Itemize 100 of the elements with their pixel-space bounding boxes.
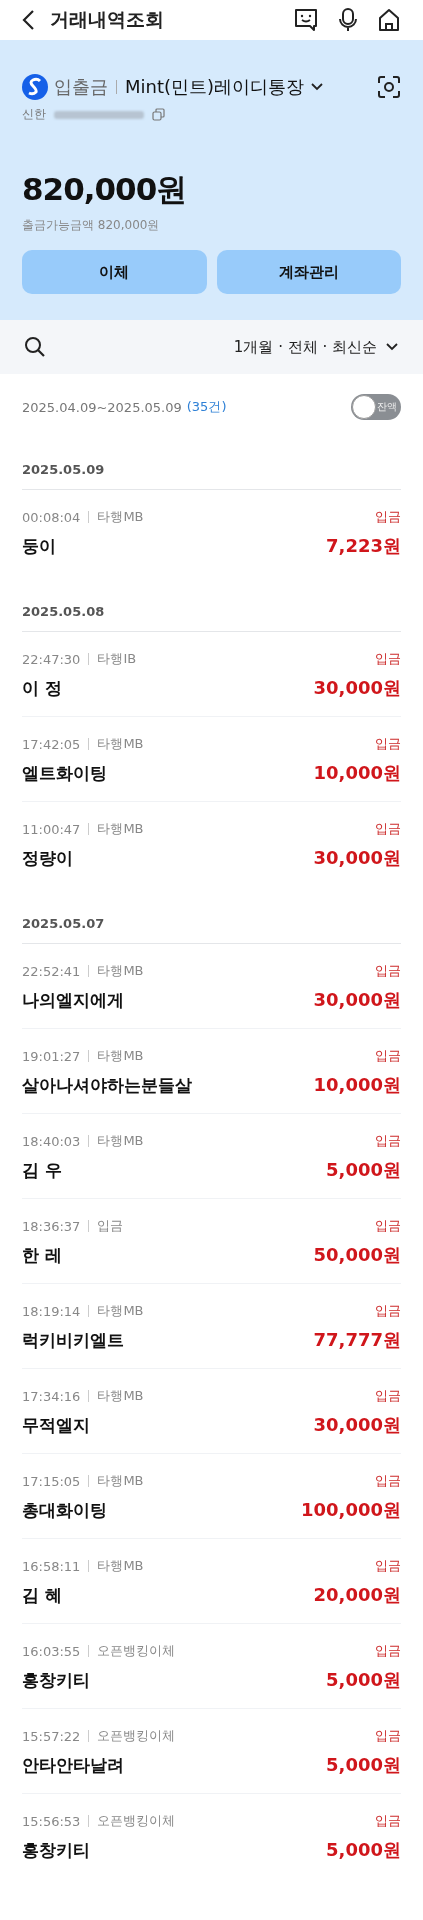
date-range: 2025.04.09~2025.05.09 (22, 399, 182, 415)
transaction-channel: 오픈뱅킹이체 (97, 1642, 176, 1660)
chat-icon[interactable] (293, 7, 319, 33)
transaction-type: 입금 (375, 1727, 401, 1745)
transaction-channel: 타행MB (97, 1387, 144, 1405)
transaction-amount: 5,000원 (326, 1753, 401, 1777)
transaction-channel: 타행MB (97, 508, 144, 526)
transaction-type: 입금 (375, 508, 401, 526)
transaction-name: 나의엘지에게 (22, 988, 124, 1012)
date-heading: 2025.05.07 (22, 916, 401, 944)
transaction-channel: 타행MB (97, 820, 144, 838)
transaction-time: 18:40:03 (22, 1133, 81, 1149)
account-name[interactable]: Mint(민트)레이디통장 (125, 75, 305, 99)
transaction-type: 입금 (375, 820, 401, 838)
transaction-type: 입금 (375, 1047, 401, 1065)
transaction-amount: 77,777원 (313, 1328, 401, 1352)
chevron-down-icon[interactable] (385, 342, 399, 352)
transaction-channel: 타행MB (97, 1132, 144, 1150)
transaction-name: 김 혜 (22, 1583, 62, 1607)
transaction-time: 15:57:22 (22, 1728, 81, 1744)
transaction-time: 22:47:30 (22, 651, 81, 667)
transaction-time: 17:42:05 (22, 736, 81, 752)
transaction-amount: 50,000원 (313, 1243, 401, 1267)
bank-name: 신한 (22, 106, 46, 123)
transaction-channel: 타행MB (97, 1047, 144, 1065)
transaction-type: 입금 (375, 1642, 401, 1660)
transaction-name: 엘트화이팅 (22, 761, 107, 785)
transaction-channel: 타행MB (97, 1472, 144, 1490)
transaction-type: 입금 (375, 1812, 401, 1830)
transaction-name: 이 정 (22, 676, 62, 700)
search-icon[interactable] (24, 336, 46, 358)
transaction-time: 19:01:27 (22, 1048, 81, 1064)
transaction-amount: 5,000원 (326, 1838, 401, 1862)
transaction-time: 17:34:16 (22, 1388, 81, 1404)
transaction-type: 입금 (375, 1557, 401, 1575)
transaction-type: 입금 (375, 1387, 401, 1405)
transaction-type: 입금 (375, 735, 401, 753)
transaction-time: 22:52:41 (22, 963, 81, 979)
transaction-time: 00:08:04 (22, 509, 81, 525)
transaction-amount: 20,000원 (313, 1583, 401, 1607)
transaction-channel: 타행IB (97, 650, 137, 668)
transaction-time: 16:58:11 (22, 1558, 81, 1574)
transaction-time: 18:19:14 (22, 1303, 81, 1319)
result-count: (35건) (186, 398, 227, 416)
transaction-type: 입금 (375, 650, 401, 668)
transaction-channel: 입금 (97, 1217, 124, 1235)
transaction-name: 무적엘지 (22, 1413, 90, 1437)
balance-amount: 820,000원 (22, 170, 188, 209)
page-title: 거래내역조회 (50, 7, 164, 32)
transaction-type: 입금 (375, 1302, 401, 1320)
transaction-channel: 타행MB (97, 962, 144, 980)
filter-summary[interactable]: 1개월 · 전체 · 최신순 (233, 337, 377, 357)
scan-icon[interactable] (377, 75, 401, 99)
transaction-amount: 5,000원 (326, 1158, 401, 1182)
transaction-channel: 타행MB (97, 1557, 144, 1575)
transaction-name: 홍창키티 (22, 1838, 90, 1862)
transaction-time: 16:03:55 (22, 1643, 81, 1659)
transaction-type: 입금 (375, 1472, 401, 1490)
transaction-name: 홍창키티 (22, 1668, 90, 1692)
transaction-channel: 타행MB (97, 735, 144, 753)
transaction-type: 입금 (375, 1132, 401, 1150)
transaction-amount: 5,000원 (326, 1668, 401, 1692)
transaction-type: 입금 (375, 962, 401, 980)
transaction-name: 정량이 (22, 846, 73, 870)
copy-icon[interactable] (152, 108, 165, 121)
bank-logo-icon (22, 74, 48, 100)
transaction-amount: 10,000원 (313, 761, 401, 785)
action-button[interactable]: 이체 (22, 250, 207, 294)
transaction-name: 총대화이팅 (22, 1498, 107, 1522)
transaction-name: 안타안타날려 (22, 1753, 124, 1777)
available-label: 출금가능금액 (22, 218, 94, 232)
transaction-name: 한 레 (22, 1243, 62, 1267)
chevron-down-icon[interactable] (310, 82, 325, 92)
transaction-time: 15:56:53 (22, 1813, 81, 1829)
transaction-name: 둥이 (22, 534, 56, 558)
transaction-amount: 100,000원 (301, 1498, 401, 1522)
transaction-channel: 오픈뱅킹이체 (97, 1727, 176, 1745)
transaction-amount: 30,000원 (313, 988, 401, 1012)
home-icon[interactable] (377, 7, 401, 33)
transaction-time: 11:00:47 (22, 821, 81, 837)
transaction-channel: 타행MB (97, 1302, 144, 1320)
transaction-amount: 30,000원 (313, 846, 401, 870)
account-type: 입출금 (54, 75, 108, 99)
transaction-amount: 30,000원 (313, 1413, 401, 1437)
available-amount: 820,000원 (97, 218, 160, 232)
date-heading: 2025.05.09 (22, 462, 401, 490)
transaction-amount: 10,000원 (313, 1073, 401, 1097)
transaction-type: 입금 (375, 1217, 401, 1235)
back-icon[interactable] (22, 9, 36, 31)
transaction-time: 17:15:05 (22, 1473, 81, 1489)
transaction-name: 김 우 (22, 1158, 62, 1182)
transaction-amount: 30,000원 (313, 676, 401, 700)
action-button[interactable]: 계좌관리 (216, 250, 401, 294)
transaction-time: 18:36:37 (22, 1218, 81, 1234)
microphone-icon[interactable] (337, 7, 359, 33)
transaction-channel: 오픈뱅킹이체 (97, 1812, 176, 1830)
transaction-name: 살아나셔야하는분들살 (22, 1073, 192, 1097)
date-heading: 2025.05.08 (22, 604, 401, 632)
transaction-name: 럭키비키엘트 (22, 1328, 124, 1352)
transaction-amount: 7,223원 (326, 534, 401, 558)
